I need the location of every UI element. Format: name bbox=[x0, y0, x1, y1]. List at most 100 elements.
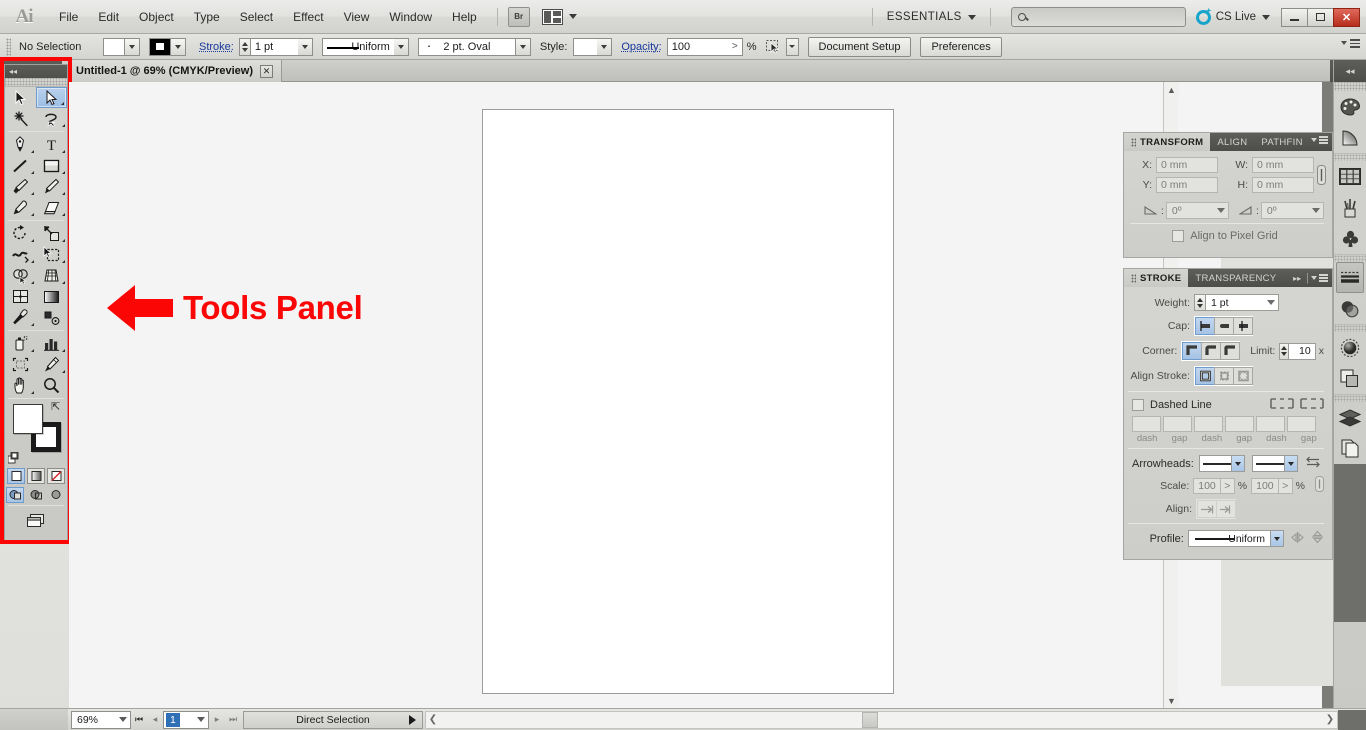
flip-across-icon[interactable] bbox=[1311, 530, 1324, 547]
status-menu-icon[interactable] bbox=[409, 714, 416, 725]
previous-artboard-button[interactable]: ◂ bbox=[147, 711, 163, 729]
pencil-tool[interactable] bbox=[36, 176, 67, 197]
arrowhead-end-dropdown[interactable] bbox=[1283, 456, 1297, 471]
dash-exact-icon[interactable] bbox=[1300, 398, 1324, 412]
change-screen-mode-button[interactable] bbox=[23, 511, 49, 529]
fill-color-control[interactable] bbox=[103, 37, 140, 56]
menu-window[interactable]: Window bbox=[379, 6, 442, 28]
dash-input-1[interactable] bbox=[1132, 416, 1161, 432]
swap-arrowheads-icon[interactable] bbox=[1305, 456, 1320, 471]
brush-definition-control[interactable]: 2 pt. Oval bbox=[417, 37, 531, 56]
arrowhead-scale-start-input[interactable]: 100 bbox=[1193, 477, 1221, 494]
default-fill-stroke-icon[interactable] bbox=[7, 451, 20, 464]
round-join-button[interactable] bbox=[1201, 342, 1222, 360]
dash-preserve-icon[interactable] bbox=[1270, 398, 1294, 412]
dash-input-3[interactable] bbox=[1256, 416, 1285, 432]
document-setup-button[interactable]: Document Setup bbox=[807, 36, 912, 57]
arrowhead-start-dropdown[interactable] bbox=[1230, 456, 1244, 471]
artboards-panel-icon[interactable] bbox=[1334, 433, 1366, 464]
graphic-style-control[interactable] bbox=[573, 37, 613, 56]
width-profile-dropdown[interactable] bbox=[393, 37, 409, 56]
symbols-panel-icon[interactable] bbox=[1334, 223, 1366, 254]
last-artboard-button[interactable]: ⏭ bbox=[225, 711, 241, 729]
layers-panel-icon[interactable] bbox=[1334, 402, 1366, 433]
menu-type[interactable]: Type bbox=[184, 6, 230, 28]
butt-cap-button[interactable] bbox=[1195, 317, 1215, 335]
close-button[interactable]: ✕ bbox=[1333, 7, 1360, 27]
fill-swatch[interactable] bbox=[103, 37, 125, 56]
menu-view[interactable]: View bbox=[334, 6, 380, 28]
gap-input-2[interactable] bbox=[1225, 416, 1254, 432]
color-mode-button[interactable] bbox=[7, 468, 25, 484]
bridge-icon[interactable]: Br bbox=[507, 6, 530, 27]
stroke-dropdown-button[interactable] bbox=[171, 37, 186, 56]
column-graph-tool[interactable] bbox=[36, 333, 67, 354]
flip-along-icon[interactable] bbox=[1291, 531, 1306, 547]
arrowhead-end-select[interactable] bbox=[1251, 455, 1298, 472]
pen-tool[interactable] bbox=[5, 134, 36, 155]
close-icon[interactable]: ✕ bbox=[259, 64, 273, 78]
reference-point-selector[interactable] bbox=[1130, 164, 1132, 186]
eyedropper-tool[interactable] bbox=[5, 307, 36, 328]
zoom-level-select[interactable]: 69% bbox=[71, 710, 131, 729]
stroke-weight-control[interactable]: 1 pt bbox=[238, 37, 313, 56]
extend-arrow-beyond-end-button[interactable] bbox=[1197, 500, 1217, 518]
shear-angle-select[interactable]: 0º bbox=[1260, 202, 1324, 219]
swap-fill-stroke-icon[interactable]: ⇱ bbox=[51, 402, 62, 413]
artboard[interactable] bbox=[482, 109, 894, 694]
direct-selection-tool[interactable] bbox=[36, 87, 67, 108]
tools-panel-drag-handle[interactable] bbox=[5, 78, 67, 87]
color-panel-icon[interactable] bbox=[1334, 91, 1366, 122]
stroke-weight-stepper[interactable] bbox=[238, 37, 250, 56]
bevel-join-button[interactable] bbox=[1220, 342, 1241, 360]
brushes-panel-icon[interactable] bbox=[1334, 192, 1366, 223]
arrowhead-start-select[interactable] bbox=[1198, 455, 1245, 472]
projecting-cap-button[interactable] bbox=[1233, 317, 1253, 335]
align-outside-button[interactable] bbox=[1233, 367, 1253, 385]
rotate-tool[interactable] bbox=[5, 223, 36, 244]
stroke-weight-value[interactable]: 1 pt bbox=[249, 37, 298, 56]
tab-pathfinder[interactable]: PATHFIN bbox=[1254, 133, 1309, 151]
width-profile-control[interactable]: Uniform bbox=[321, 37, 409, 56]
tools-panel-collapse-button[interactable]: ◂◂ bbox=[5, 65, 67, 78]
stroke-label[interactable]: Stroke: bbox=[199, 41, 234, 53]
menu-effect[interactable]: Effect bbox=[283, 6, 333, 28]
tab-transform[interactable]: TRANSFORM bbox=[1124, 133, 1211, 151]
scale-tool[interactable] bbox=[36, 223, 67, 244]
arrowhead-scale-end-slider-icon[interactable]: > bbox=[1278, 477, 1293, 494]
slice-tool[interactable] bbox=[36, 354, 67, 375]
zoom-tool[interactable] bbox=[36, 375, 67, 396]
rotate-angle-select[interactable]: 0º bbox=[1165, 202, 1229, 219]
link-arrowhead-scales-icon[interactable] bbox=[1315, 476, 1324, 495]
hand-tool[interactable] bbox=[5, 375, 36, 396]
align-inside-button[interactable] bbox=[1214, 367, 1234, 385]
brush-definition-value[interactable]: 2 pt. Oval bbox=[417, 37, 516, 56]
align-pixel-grid-checkbox[interactable] bbox=[1172, 230, 1185, 242]
dock-drag-handle[interactable] bbox=[1334, 82, 1366, 91]
width-profile-dropdown[interactable] bbox=[1270, 531, 1283, 546]
line-segment-tool[interactable] bbox=[5, 155, 36, 176]
transform-w-input[interactable]: 0 mm bbox=[1252, 157, 1314, 173]
mesh-tool[interactable] bbox=[5, 286, 36, 307]
transform-panel-menu-button[interactable] bbox=[1311, 136, 1328, 144]
transparency-panel-icon[interactable] bbox=[1334, 293, 1366, 324]
stroke-weight-stepper[interactable] bbox=[1194, 294, 1205, 311]
first-artboard-button[interactable]: ⏮ bbox=[131, 711, 147, 729]
transform-h-input[interactable]: 0 mm bbox=[1252, 177, 1314, 193]
tab-stroke[interactable]: STROKE bbox=[1124, 269, 1189, 287]
type-tool[interactable]: T bbox=[36, 134, 67, 155]
artboard-number-select[interactable]: 1 bbox=[163, 710, 209, 729]
miter-limit-input[interactable]: 10 bbox=[1288, 342, 1316, 360]
lasso-tool[interactable] bbox=[36, 108, 67, 129]
arrowhead-scale-start-slider-icon[interactable]: > bbox=[1220, 477, 1235, 494]
fill-dropdown-button[interactable] bbox=[125, 37, 140, 56]
gradient-tool[interactable] bbox=[36, 286, 67, 307]
perspective-grid-tool[interactable] bbox=[36, 265, 67, 286]
width-profile-value[interactable]: Uniform bbox=[321, 37, 394, 56]
opacity-slider-arrow-icon[interactable]: > bbox=[732, 41, 738, 52]
maximize-button[interactable] bbox=[1307, 7, 1334, 27]
opacity-input[interactable]: 100 > bbox=[666, 37, 743, 56]
arrange-documents-button[interactable] bbox=[541, 8, 577, 25]
scroll-right-icon[interactable]: ❯ bbox=[1323, 712, 1337, 728]
shape-builder-tool[interactable] bbox=[5, 265, 36, 286]
